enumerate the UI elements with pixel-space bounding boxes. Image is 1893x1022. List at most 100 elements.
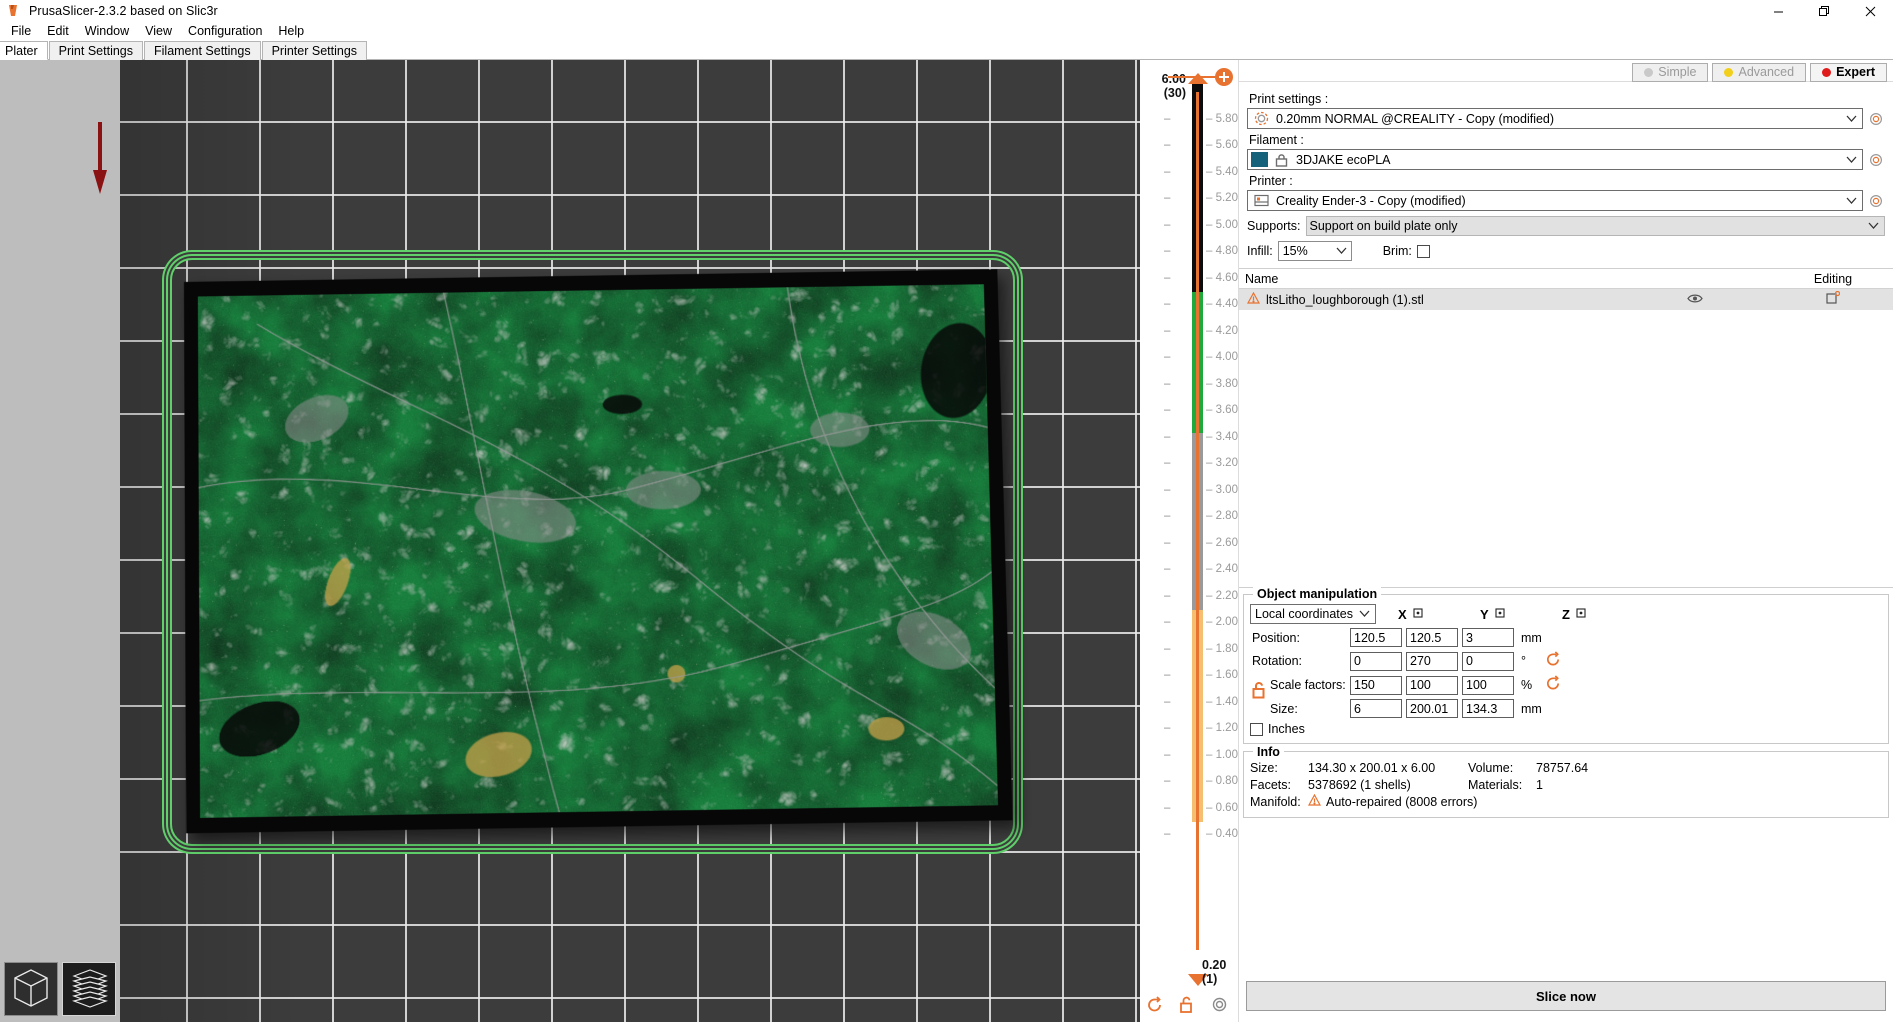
printer-edit-icon[interactable] xyxy=(1867,191,1885,210)
inches-checkbox[interactable] xyxy=(1250,723,1263,736)
layer-slider-upper-handle[interactable] xyxy=(1186,72,1210,84)
close-button[interactable] xyxy=(1847,0,1893,22)
info-manifold-row: Manifold: Auto-repaired (8008 errors) xyxy=(1250,794,1882,811)
lock-icon xyxy=(1268,150,1294,169)
size-z-input[interactable]: 134.3 xyxy=(1462,699,1514,718)
printer-value: Creality Ender-3 - Copy (modified) xyxy=(1274,194,1840,208)
view-preview-button[interactable] xyxy=(62,962,116,1016)
prusa-logo-icon xyxy=(6,4,22,18)
mode-button-advanced[interactable]: Advanced xyxy=(1712,63,1806,82)
add-color-change-icon[interactable] xyxy=(1214,67,1234,92)
info-volume-label: Volume: xyxy=(1468,760,1536,777)
inches-label: Inches xyxy=(1268,722,1305,736)
gear-icon[interactable] xyxy=(1212,997,1227,1017)
layer-tick-label: – 5.80 xyxy=(1206,113,1238,125)
layer-tick-dash: – xyxy=(1164,245,1170,257)
3d-viewport[interactable] xyxy=(0,60,1140,1022)
axis-label-y: Y xyxy=(1480,607,1489,622)
layer-tick-dash: – xyxy=(1164,537,1170,549)
position-label: Position: xyxy=(1250,631,1350,645)
position-x-input[interactable]: 120.5 xyxy=(1350,628,1402,647)
object-manipulation-panel: Object manipulation Local coordinates X xyxy=(1243,594,1889,744)
tab-print-settings[interactable]: Print Settings xyxy=(49,41,143,60)
uniform-scale-lock[interactable] xyxy=(1252,681,1267,704)
scale-reset-icon[interactable] xyxy=(1545,675,1561,695)
menu-item-view[interactable]: View xyxy=(137,23,180,39)
infill-brim-row: Infill: 15% Brim: xyxy=(1247,241,1885,261)
rotation-z-input[interactable]: 0 xyxy=(1462,652,1514,671)
coordinate-row: Local coordinates X Y xyxy=(1250,604,1882,624)
model-object[interactable] xyxy=(184,269,1013,833)
layer-tick-label: – 4.20 xyxy=(1206,325,1238,337)
rotation-y-input[interactable]: 270 xyxy=(1406,652,1458,671)
infill-combo[interactable]: 15% xyxy=(1278,241,1352,261)
print-settings-label: Print settings : xyxy=(1249,92,1885,106)
layer-tick-label: – 3.80 xyxy=(1206,378,1238,390)
view-toggle-group xyxy=(4,962,116,1016)
layer-tick-dash: – xyxy=(1164,378,1170,390)
layer-tick-label: – 2.60 xyxy=(1206,537,1238,549)
coordinate-system-select[interactable]: Local coordinates xyxy=(1250,604,1376,624)
edit-layers-icon[interactable] xyxy=(1826,291,1840,308)
position-y-input[interactable]: 120.5 xyxy=(1406,628,1458,647)
reset-icon[interactable] xyxy=(1146,996,1163,1018)
minimize-button[interactable] xyxy=(1755,0,1801,22)
object-list: Name Editing ltsLitho_loughborough (1).s… xyxy=(1239,268,1893,588)
axis-lock-icon[interactable] xyxy=(1494,607,1506,622)
mode-button-simple[interactable]: Simple xyxy=(1632,63,1708,82)
scale-z-input[interactable]: 100 xyxy=(1462,676,1514,695)
scale-x-input[interactable]: 150 xyxy=(1350,676,1402,695)
chevron-down-icon xyxy=(1868,220,1884,232)
object-list-header: Name Editing xyxy=(1239,269,1893,289)
axis-lock-icon[interactable] xyxy=(1412,607,1424,622)
table-row[interactable]: ltsLitho_loughborough (1).stl xyxy=(1239,289,1893,310)
print-settings-edit-icon[interactable] xyxy=(1867,109,1885,128)
menu-item-file[interactable]: File xyxy=(3,23,39,39)
tab-filament-settings[interactable]: Filament Settings xyxy=(144,41,261,60)
unlock-icon[interactable] xyxy=(1180,996,1195,1018)
printer-combo[interactable]: Creality Ender-3 - Copy (modified) xyxy=(1247,190,1863,211)
mode-button-expert[interactable]: Expert xyxy=(1810,63,1887,82)
tab-printer-settings[interactable]: Printer Settings xyxy=(262,41,367,60)
slice-now-button[interactable]: Slice now xyxy=(1246,981,1886,1011)
tab-plater[interactable]: Plater xyxy=(0,41,48,60)
filament-label: Filament : xyxy=(1249,133,1885,147)
layer-tick-dash: – xyxy=(1164,563,1170,575)
size-x-input[interactable]: 6 xyxy=(1350,699,1402,718)
scale-y-input[interactable]: 100 xyxy=(1406,676,1458,695)
filament-combo[interactable]: 3DJAKE ecoPLA xyxy=(1247,149,1863,170)
info-facets-row: Facets: 5378692 (1 shells) Materials: 1 xyxy=(1250,777,1882,794)
column-header-editing: Editing xyxy=(1773,272,1893,286)
menu-item-window[interactable]: Window xyxy=(77,23,137,39)
restore-button[interactable] xyxy=(1801,0,1847,22)
layer-slider-bottom-label: 0.20 (1) xyxy=(1202,958,1226,986)
layer-tick-label: – 1.40 xyxy=(1206,696,1238,708)
supports-combo[interactable]: Support on build plate only xyxy=(1306,216,1885,236)
axis-header-x: X xyxy=(1398,607,1453,622)
print-settings-combo[interactable]: 0.20mm NORMAL @CREALITY - Copy (modified… xyxy=(1247,108,1863,129)
layer-tick-label: – 2.40 xyxy=(1206,563,1238,575)
rotation-x-input[interactable]: 0 xyxy=(1350,652,1402,671)
view-3d-button[interactable] xyxy=(4,962,58,1016)
menu-item-edit[interactable]: Edit xyxy=(39,23,77,39)
filament-edit-icon[interactable] xyxy=(1867,150,1885,169)
rotation-reset-icon[interactable] xyxy=(1545,651,1561,671)
layer-tick-dash: – xyxy=(1164,643,1170,655)
position-row: Position: 120.5 120.5 3 mm xyxy=(1250,628,1882,647)
axis-lock-icon[interactable] xyxy=(1575,607,1587,622)
position-unit: mm xyxy=(1518,631,1542,645)
position-z-input[interactable]: 3 xyxy=(1462,628,1514,647)
axis-label-z: Z xyxy=(1562,607,1570,622)
info-size-label: Size: xyxy=(1250,760,1308,777)
layer-tick-label: – 2.00 xyxy=(1206,616,1238,628)
menu-item-configuration[interactable]: Configuration xyxy=(180,23,270,39)
layer-tick-dash: – xyxy=(1164,431,1170,443)
menu-item-help[interactable]: Help xyxy=(270,23,312,39)
brim-checkbox[interactable] xyxy=(1417,245,1430,258)
layer-tick-dash: – xyxy=(1164,272,1170,284)
layer-tick-label: – 1.60 xyxy=(1206,669,1238,681)
layer-slider[interactable]: 6.00 (30) –– 5.80–– 5.60–– 5.40–– 5.20––… xyxy=(1140,60,1238,1022)
size-y-input[interactable]: 200.01 xyxy=(1406,699,1458,718)
eye-icon[interactable] xyxy=(1687,293,1703,307)
warning-triangle-icon xyxy=(1247,292,1260,307)
